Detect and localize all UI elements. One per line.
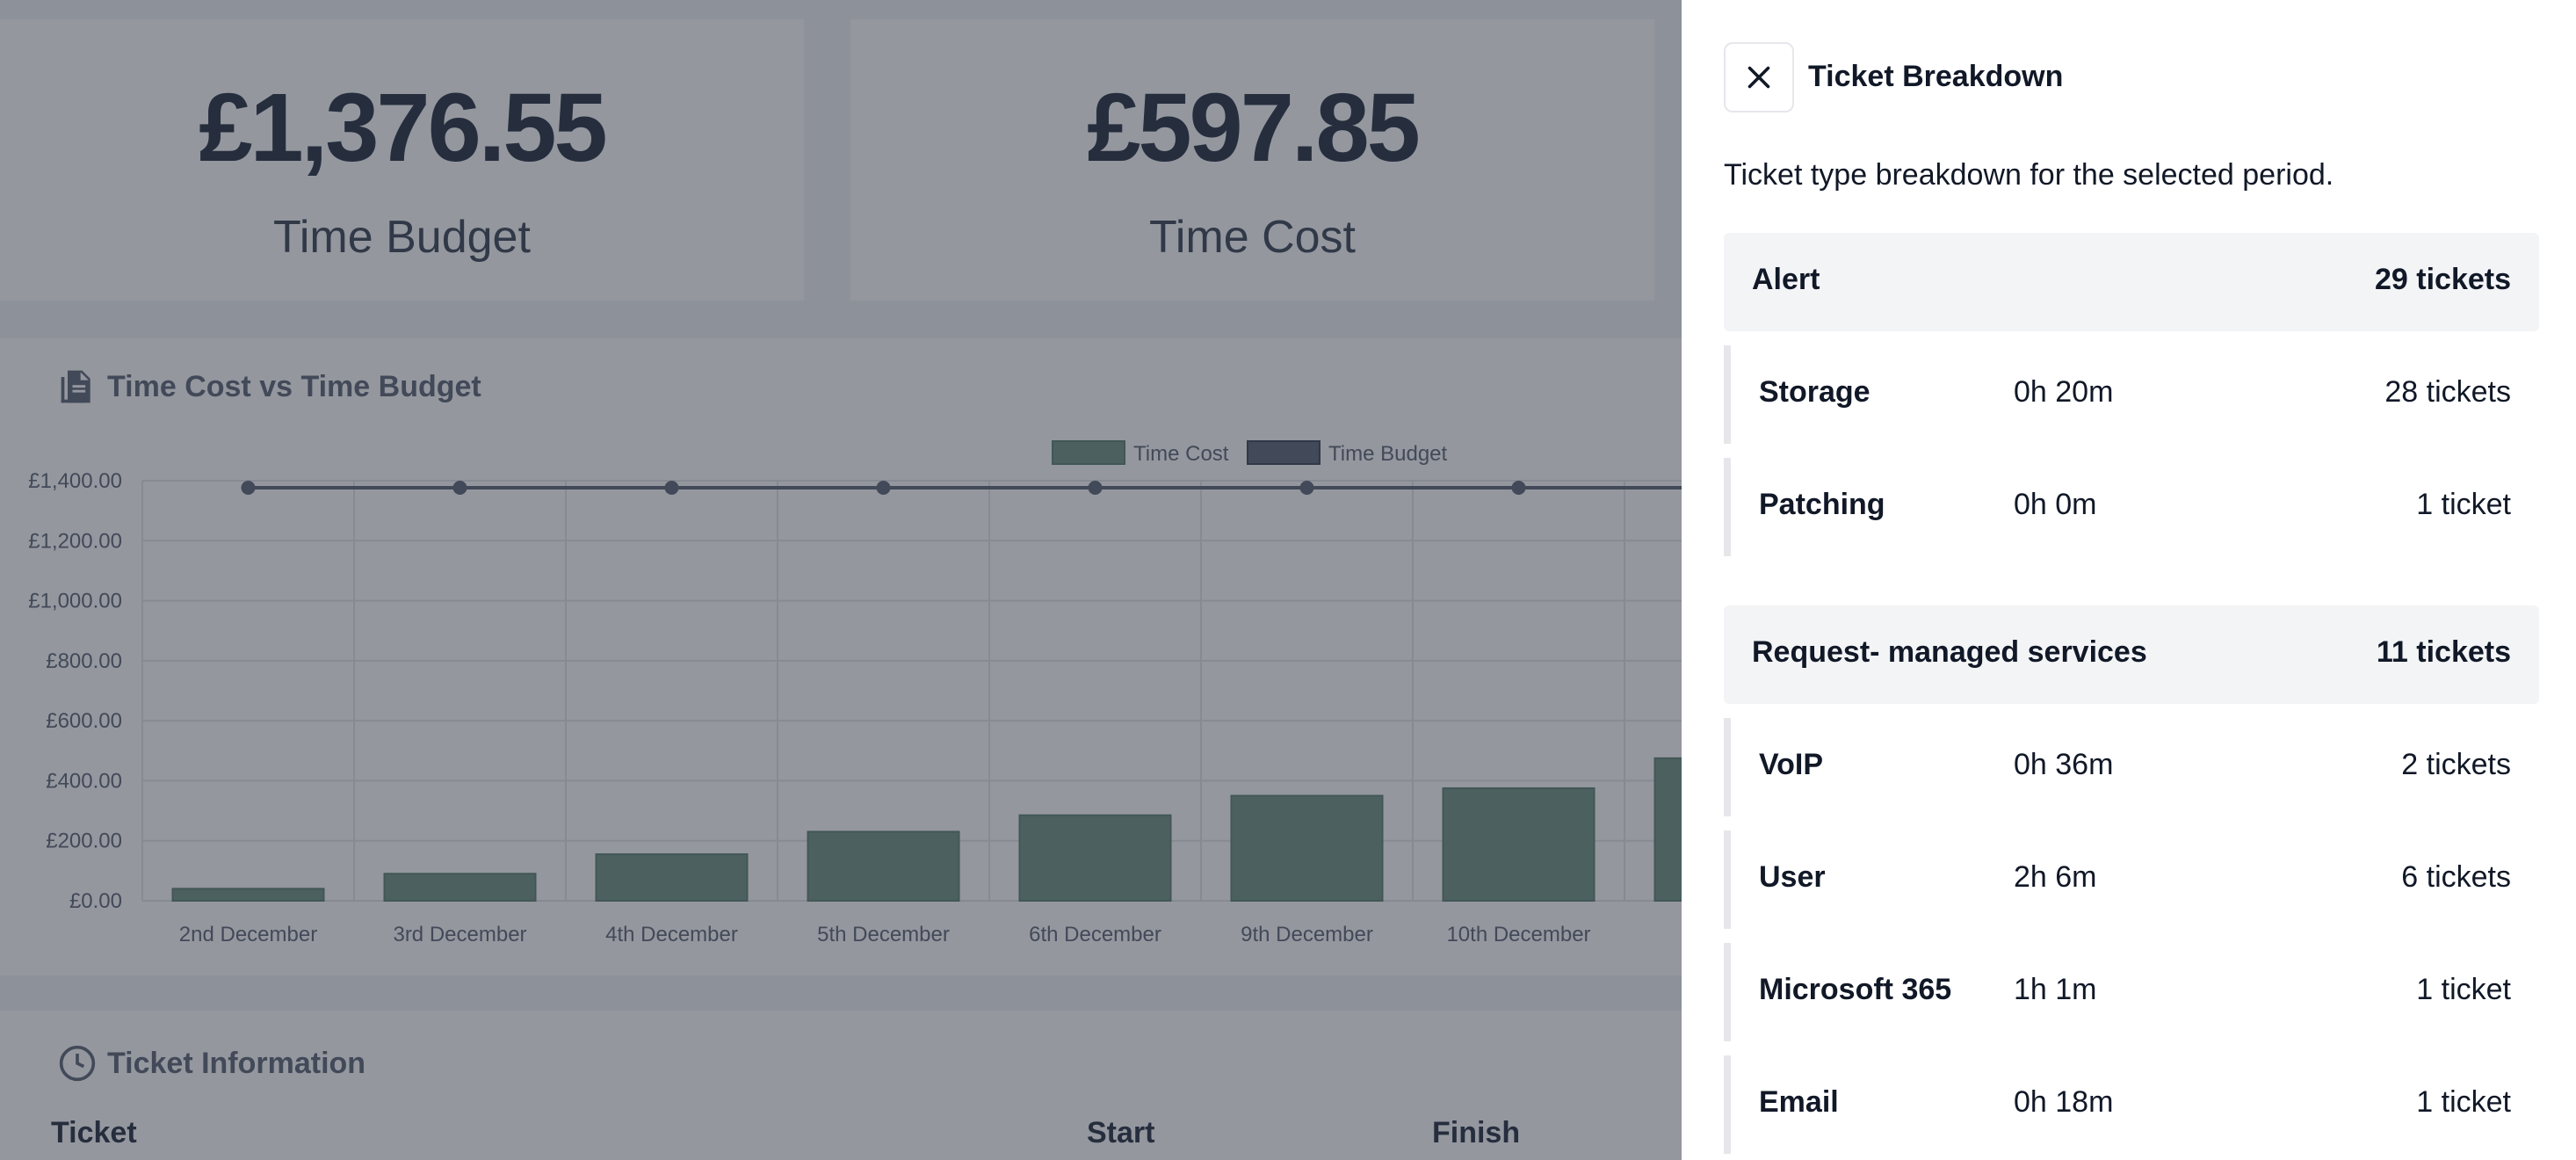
group-name: Request- managed services — [1752, 635, 2147, 669]
ticket-type-row: Microsoft 365 1h 1m 1 ticket — [1724, 943, 2539, 1041]
ticket-type-name: User — [1759, 860, 1826, 894]
ticket-type-time: 0h 18m — [2014, 1085, 2114, 1119]
ticket-type-row: VoIP 0h 36m 2 tickets — [1724, 718, 2539, 816]
ticket-type-time: 0h 0m — [2014, 488, 2097, 521]
ticket-type-time: 0h 36m — [2014, 748, 2114, 781]
ticket-type-name: Storage — [1759, 375, 1870, 409]
ticket-type-count: 1 ticket — [2416, 1085, 2511, 1119]
ticket-type-row: Email 0h 18m 1 ticket — [1724, 1055, 2539, 1154]
ticket-type-row: Patching 0h 0m 1 ticket — [1724, 458, 2539, 556]
ticket-type-name: Microsoft 365 — [1759, 973, 1952, 1006]
ticket-type-name: VoIP — [1759, 748, 1824, 781]
ticket-type-time: 0h 20m — [2014, 375, 2114, 409]
group-header-request-managed-services: Request- managed services 11 tickets — [1724, 605, 2539, 704]
close-button[interactable] — [1724, 42, 1794, 112]
drawer-description: Ticket type breakdown for the selected p… — [1724, 158, 2334, 192]
close-icon — [1747, 66, 1770, 89]
ticket-type-row: User 2h 6m 6 tickets — [1724, 830, 2539, 929]
ticket-type-count: 1 ticket — [2416, 973, 2511, 1006]
drawer-title: Ticket Breakdown — [1808, 60, 2064, 93]
ticket-type-name: Patching — [1759, 488, 1885, 521]
ticket-type-count: 28 tickets — [2384, 375, 2511, 409]
ticket-type-count: 1 ticket — [2416, 488, 2511, 521]
ticket-type-row: Storage 0h 20m 28 tickets — [1724, 345, 2539, 444]
ticket-type-time: 2h 6m — [2014, 860, 2097, 894]
ticket-type-count: 2 tickets — [2401, 748, 2511, 781]
group-name: Alert — [1752, 263, 1820, 296]
group-header-alert: Alert 29 tickets — [1724, 233, 2539, 331]
ticket-type-name: Email — [1759, 1085, 1839, 1119]
ticket-type-time: 1h 1m — [2014, 973, 2097, 1006]
group-count: 29 tickets — [2375, 263, 2511, 296]
ticket-type-count: 6 tickets — [2401, 860, 2511, 894]
group-count: 11 tickets — [2376, 635, 2511, 669]
